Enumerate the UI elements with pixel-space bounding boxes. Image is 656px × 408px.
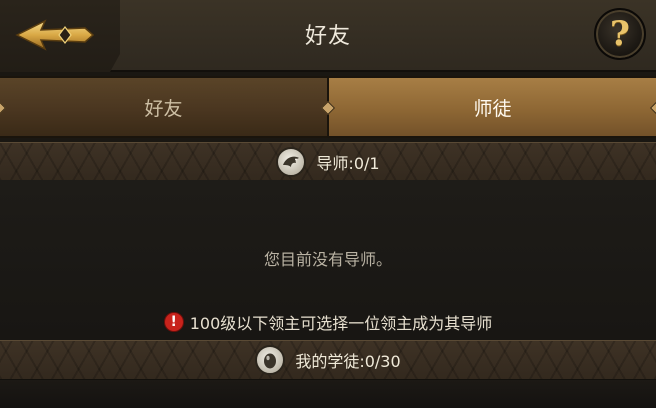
mentor-count-label: 导师:0/1 [316, 154, 380, 173]
mentor-rule-hint: ! 100级以下领主可选择一位领主成为其导师 [0, 310, 656, 334]
apprentice-section-header: 我的学徒:0/30 [0, 340, 656, 380]
page-title: 好友 [304, 24, 351, 49]
empty-state-message: 您目前没有导师。 [263, 250, 392, 269]
mentor-section-header: 导师:0/1 [0, 142, 656, 182]
apprentice-count-label: 我的学徒:0/30 [295, 352, 401, 371]
tab-label: 好友 [144, 97, 183, 120]
tab-label: 师徒 [473, 97, 512, 120]
hint-text: 100级以下领主可选择一位领主成为其导师 [189, 314, 493, 333]
top-bar: 好友 ? [0, 0, 656, 72]
egg-emblem-icon [255, 345, 286, 375]
tab-ornament-right [649, 100, 656, 116]
apprentice-list-area [0, 380, 656, 408]
help-button[interactable]: ? [594, 8, 646, 60]
eagle-emblem-icon [276, 147, 307, 177]
tab-friends[interactable]: 好友 [0, 76, 336, 138]
tab-bar: 好友 师徒 [0, 76, 656, 138]
tab-mentorship[interactable]: 师徒 [320, 76, 656, 138]
tab-ornament-left [0, 100, 7, 116]
warning-icon: ! [163, 312, 184, 332]
question-mark-icon: ? [610, 14, 630, 54]
mentor-content-panel: 您目前没有导师。 ! 100级以下领主可选择一位领主成为其导师 [0, 180, 656, 340]
